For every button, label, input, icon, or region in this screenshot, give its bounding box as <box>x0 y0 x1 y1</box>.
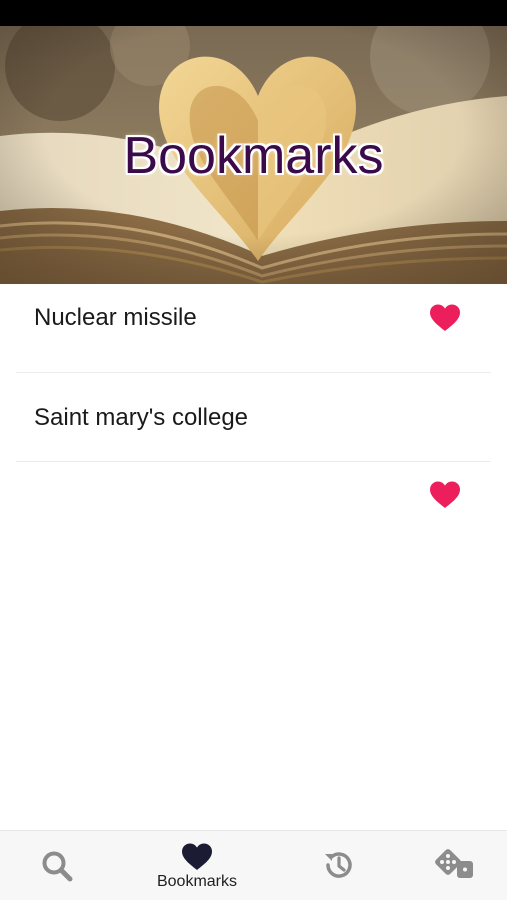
bookmark-title: Nuclear missile <box>34 304 197 331</box>
list-item[interactable]: Saint mary's college <box>16 373 491 508</box>
bookmark-list: Nuclear missile Saint mary's college <box>0 284 507 508</box>
bottom-tab-bar: Bookmarks <box>0 830 507 900</box>
page-title: Bookmarks <box>123 127 384 185</box>
heart-icon[interactable] <box>429 481 461 509</box>
bookmark-title: Saint mary's college <box>34 404 249 431</box>
list-item[interactable]: Nuclear missile <box>16 284 491 373</box>
heart-icon <box>182 843 212 870</box>
tab-label: Bookmarks <box>156 873 238 890</box>
heart-icon[interactable] <box>429 304 461 332</box>
history-icon <box>325 852 352 878</box>
tab-random[interactable] <box>381 831 507 900</box>
app-screen: Bookmarks Nuclear missile Saint mary's c… <box>0 0 507 900</box>
search-icon <box>42 851 73 882</box>
header-banner: Bookmarks <box>0 26 507 284</box>
dice-icon <box>435 849 473 878</box>
status-bar <box>0 0 507 26</box>
tab-bookmarks[interactable]: Bookmarks <box>134 831 260 900</box>
tab-search[interactable] <box>0 831 126 900</box>
